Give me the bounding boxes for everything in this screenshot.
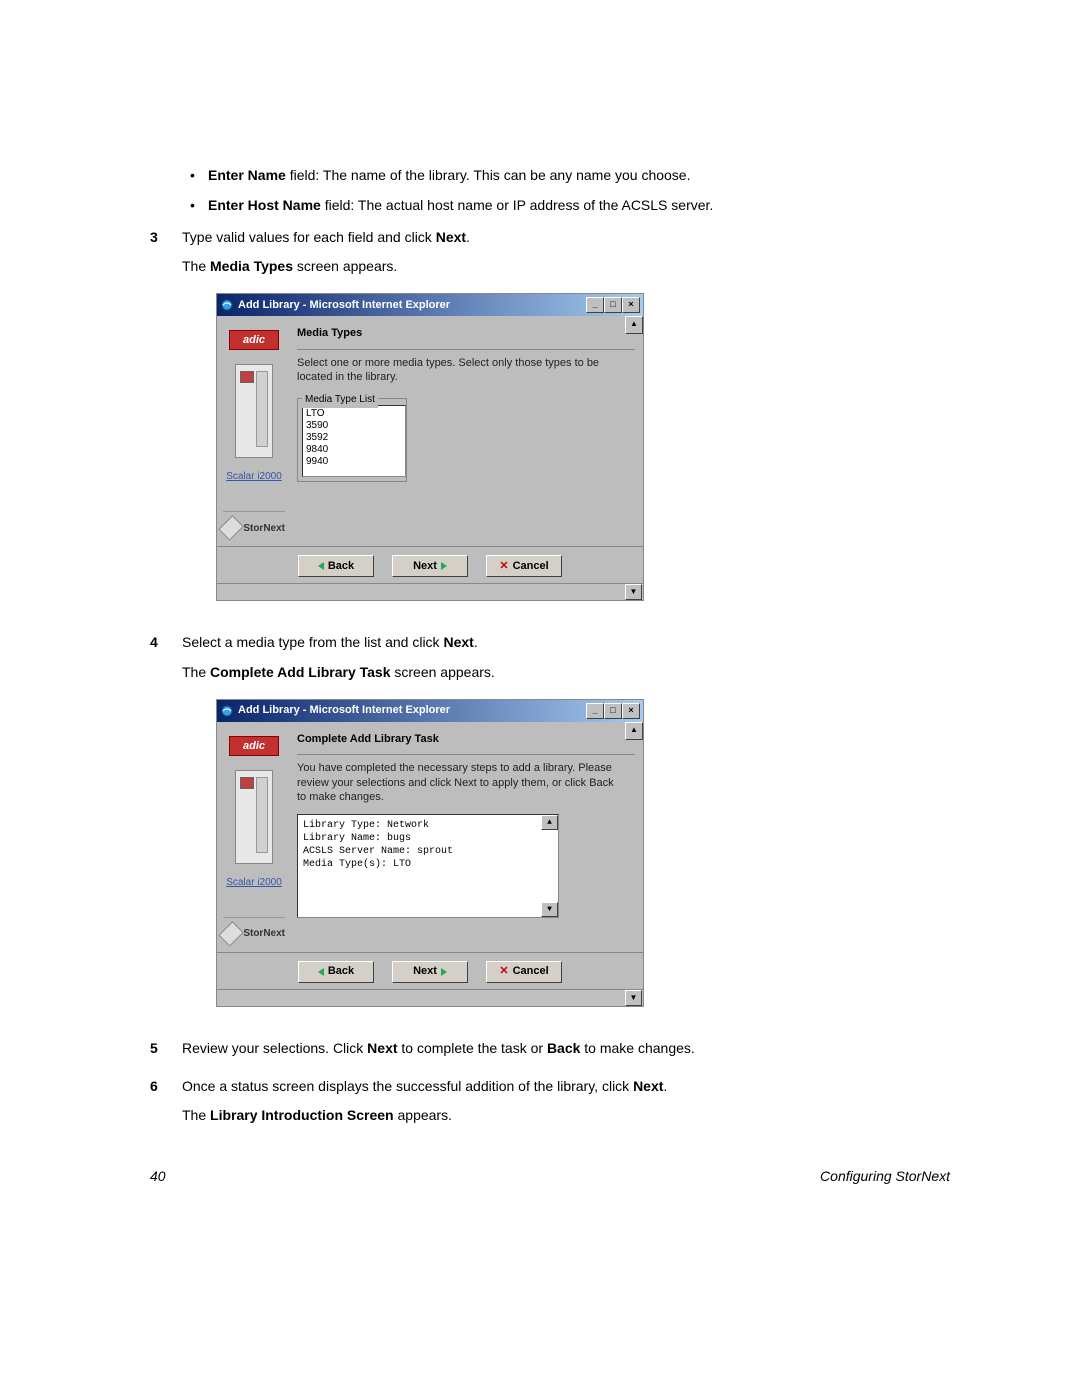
media-types-dialog: Add Library - Microsoft Internet Explore… <box>216 293 644 601</box>
bullet-text: field: The actual host name or IP addres… <box>321 197 713 213</box>
back-button[interactable]: Back <box>298 555 374 577</box>
scrollbar-down-icon[interactable]: ▼ <box>541 902 558 917</box>
review-line: Library Name: bugs <box>303 832 553 845</box>
step-body: Review your selections. Click Next to co… <box>182 1037 950 1067</box>
page-footer: 40 Configuring StorNext <box>150 1168 950 1184</box>
step-3: 3 Type valid values for each field and c… <box>150 226 950 624</box>
window-title: Add Library - Microsoft Internet Explore… <box>238 296 582 315</box>
titlebar: Add Library - Microsoft Internet Explore… <box>217 700 643 722</box>
window-title: Add Library - Microsoft Internet Explore… <box>238 701 582 720</box>
stornext-label: StorNext <box>243 925 285 942</box>
step-body: Select a media type from the list and cl… <box>182 631 950 1029</box>
step-number: 4 <box>150 631 160 1029</box>
dialog-button-bar: Back Next ✕Cancel <box>217 952 643 989</box>
page-number: 40 <box>150 1168 166 1184</box>
cancel-button[interactable]: ✕Cancel <box>486 555 562 577</box>
list-item[interactable]: 3592 <box>306 432 402 444</box>
scrollbar-up-icon[interactable]: ▲ <box>541 815 558 830</box>
bullet-item: Enter Host Name field: The actual host n… <box>190 195 950 215</box>
triangle-right-icon <box>441 968 447 976</box>
triangle-left-icon <box>318 562 324 570</box>
list-item[interactable]: LTO <box>306 408 402 420</box>
scalar-link[interactable]: Scalar i2000 <box>226 874 282 891</box>
list-item[interactable]: 9940 <box>306 456 402 468</box>
stornext-icon <box>218 515 244 541</box>
scroll-down-button[interactable] <box>217 583 643 600</box>
step-4: 4 Select a media type from the list and … <box>150 631 950 1029</box>
x-icon: ✕ <box>499 557 508 576</box>
bullet-bold: Enter Host Name <box>208 197 321 213</box>
scalar-link[interactable]: Scalar i2000 <box>226 468 282 485</box>
triangle-right-icon <box>441 562 447 570</box>
maximize-button[interactable]: □ <box>604 297 622 313</box>
dialog-heading: Media Types <box>297 324 635 343</box>
back-button[interactable]: Back <box>298 961 374 983</box>
step-5: 5 Review your selections. Click Next to … <box>150 1037 950 1067</box>
step-body: Type valid values for each field and cli… <box>182 226 950 624</box>
step-body: Once a status screen displays the succes… <box>182 1075 950 1135</box>
scroll-up-button[interactable]: ▲ <box>625 722 643 740</box>
stornext-label: StorNext <box>243 520 285 537</box>
complete-add-library-dialog: Add Library - Microsoft Internet Explore… <box>216 699 644 1007</box>
adic-logo: adic <box>229 736 279 756</box>
close-button[interactable]: × <box>622 703 640 719</box>
step-6: 6 Once a status screen displays the succ… <box>150 1075 950 1135</box>
bullet-text: field: The name of the library. This can… <box>286 167 691 183</box>
step-number: 3 <box>150 226 160 624</box>
scroll-down-button[interactable] <box>217 989 643 1006</box>
field-description-list: Enter Name field: The name of the librar… <box>190 165 950 216</box>
next-button[interactable]: Next <box>392 555 468 577</box>
scalar-rack-image <box>235 364 273 458</box>
review-line: Media Type(s): LTO <box>303 858 553 871</box>
step-number: 6 <box>150 1075 160 1135</box>
close-button[interactable]: × <box>622 297 640 313</box>
stornext-icon <box>218 921 244 947</box>
dialog-sidebar: adic Scalar i2000 StorNext <box>217 316 289 546</box>
fieldset-legend: Media Type List <box>302 391 378 408</box>
minimize-button[interactable]: _ <box>586 297 604 313</box>
minimize-button[interactable]: _ <box>586 703 604 719</box>
dialog-sidebar: adic Scalar i2000 StorNext <box>217 722 289 952</box>
ie-icon <box>220 298 234 312</box>
step-number: 5 <box>150 1037 160 1067</box>
review-line: ACSLS Server Name: sprout <box>303 845 553 858</box>
dialog-instruction: You have completed the necessary steps t… <box>297 761 635 804</box>
media-type-list[interactable]: LTO 3590 3592 9840 9940 <box>302 405 406 477</box>
list-item[interactable]: 3590 <box>306 420 402 432</box>
dialog-instruction: Select one or more media types. Select o… <box>297 356 635 385</box>
maximize-button[interactable]: □ <box>604 703 622 719</box>
scroll-up-button[interactable]: ▲ <box>625 316 643 334</box>
review-textarea[interactable]: ▲ ▼ Library Type: Network Library Name: … <box>297 814 559 918</box>
dialog-button-bar: Back Next ✕Cancel <box>217 546 643 583</box>
scalar-rack-image <box>235 770 273 864</box>
triangle-left-icon <box>318 968 324 976</box>
dialog-heading: Complete Add Library Task <box>297 730 635 749</box>
section-title: Configuring StorNext <box>820 1168 950 1184</box>
adic-logo: adic <box>229 330 279 350</box>
media-type-fieldset: Media Type List LTO 3590 3592 9840 9940 <box>297 398 407 482</box>
ie-icon <box>220 704 234 718</box>
titlebar: Add Library - Microsoft Internet Explore… <box>217 294 643 316</box>
list-item[interactable]: 9840 <box>306 444 402 456</box>
bullet-bold: Enter Name <box>208 167 286 183</box>
review-line: Library Type: Network <box>303 819 553 832</box>
next-button[interactable]: Next <box>392 961 468 983</box>
bullet-item: Enter Name field: The name of the librar… <box>190 165 950 185</box>
x-icon: ✕ <box>499 962 508 981</box>
cancel-button[interactable]: ✕Cancel <box>486 961 562 983</box>
